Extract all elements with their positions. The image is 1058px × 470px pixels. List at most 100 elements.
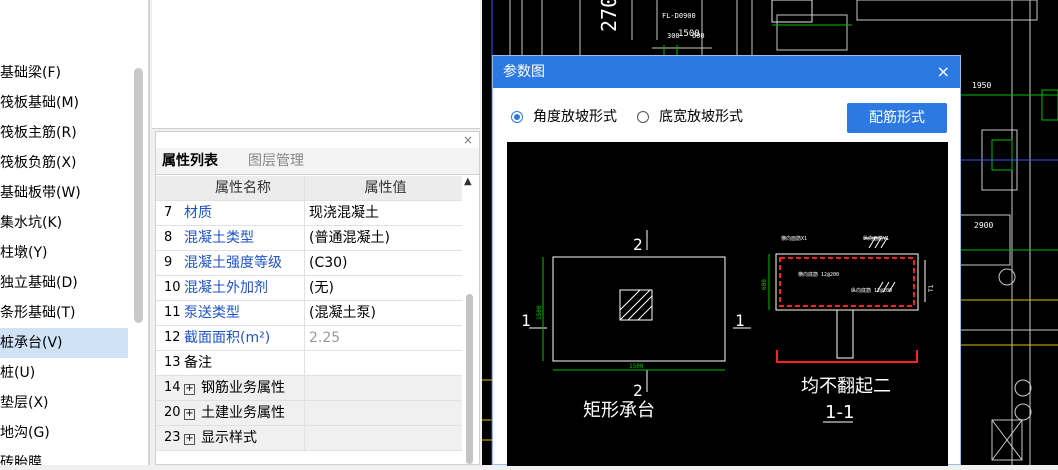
row-number: 7: [164, 205, 173, 220]
tree-item-trench[interactable]: 地沟(G): [0, 418, 50, 448]
section-mark-top: 2: [633, 235, 643, 254]
section-mark-left: 1: [521, 311, 531, 330]
property-name[interactable]: + 显示样式: [184, 426, 302, 450]
property-name: 混凝土强度等级: [184, 255, 282, 271]
property-row[interactable]: 9 混凝土强度等级 (C30): [156, 251, 462, 276]
property-scrollbar[interactable]: [466, 294, 473, 464]
component-list-panel: [152, 0, 480, 129]
section-caption: 均不翻起二: [801, 376, 891, 397]
property-row[interactable]: 14 + 钢筋业务属性: [156, 376, 462, 401]
scroll-up-icon[interactable]: ▲: [464, 176, 472, 187]
property-value[interactable]: (普通混凝土): [304, 226, 462, 250]
property-name: 截面面积(m²): [184, 330, 271, 346]
close-icon[interactable]: ×: [463, 133, 473, 147]
property-row[interactable]: 11 泵送类型 (混凝土泵): [156, 301, 462, 326]
row-number: 12: [164, 330, 181, 345]
dim-t1: T1: [928, 284, 935, 292]
label-top-x-rebar: 横向面筋X1: [781, 235, 807, 242]
plan-view: 2 1 1 2 1500 1500 矩形承台: [521, 230, 751, 421]
rebar-outline: [779, 257, 915, 307]
tab-layer-management[interactable]: 图层管理: [248, 148, 304, 174]
label-bottom-y-rebar: 纵向底筋 12@200: [851, 287, 892, 294]
radio-angle-slope[interactable]: [511, 111, 523, 123]
property-name: 材质: [184, 205, 212, 221]
property-row[interactable]: 10 混凝土外加剂 (无): [156, 276, 462, 301]
tree-item-column-pier[interactable]: 柱墩(Y): [0, 238, 47, 268]
property-value[interactable]: (无): [304, 276, 462, 300]
property-value[interactable]: (混凝土泵): [304, 301, 462, 325]
label-bottom-x-rebar: 横向底筋 12@200: [798, 271, 839, 278]
tree-item-foundation-strip[interactable]: 基础板带(W): [0, 178, 81, 208]
cad-text-dim-600: 600: [692, 32, 705, 40]
tree-item-pile-cap[interactable]: 桩承台(V): [0, 328, 128, 358]
property-row[interactable]: 8 混凝土类型 (普通混凝土): [156, 226, 462, 251]
property-tabs: 属性列表 图层管理: [156, 148, 479, 175]
row-number: 20: [164, 405, 181, 420]
property-value[interactable]: [304, 351, 462, 375]
property-name: 泵送类型: [184, 305, 240, 321]
section-mark-right: 1: [735, 311, 745, 330]
expand-icon[interactable]: +: [184, 409, 195, 420]
dim-600: 600: [761, 279, 768, 290]
row-number: 14: [164, 380, 181, 395]
property-name[interactable]: + 土建业务属性: [184, 401, 302, 425]
tree-item-strip-footing[interactable]: 条形基础(T): [0, 298, 75, 328]
property-name: 混凝土外加剂: [184, 280, 268, 296]
property-value[interactable]: [304, 376, 462, 400]
property-group-label: 钢筋业务属性: [201, 380, 285, 396]
property-value[interactable]: (C30): [304, 251, 462, 275]
tree-item-raft-foundation[interactable]: 筏板基础(M): [0, 88, 79, 118]
dialog-titlebar[interactable]: 参数图 ×: [493, 56, 960, 88]
cad-text-dim-300: 300: [667, 32, 680, 40]
property-value[interactable]: 现浇混凝土: [304, 201, 462, 225]
expand-icon[interactable]: +: [184, 434, 195, 445]
property-value[interactable]: [304, 426, 462, 450]
tree-item-sump-pit[interactable]: 集水坑(K): [0, 208, 62, 238]
dim-height: 1500: [536, 305, 543, 320]
section-mark-bottom: 2: [633, 381, 643, 400]
row-number: 9: [164, 255, 173, 270]
property-row[interactable]: 23 + 显示样式: [156, 426, 462, 451]
rebar-form-button[interactable]: 配筋形式: [847, 103, 947, 133]
property-value[interactable]: [304, 401, 462, 425]
property-group-label: 土建业务属性: [201, 405, 285, 421]
tree-item-raft-main-rebar[interactable]: 筏板主筋(R): [0, 118, 77, 148]
tree-item-isolated-footing[interactable]: 独立基础(D): [0, 268, 78, 298]
tree-item-brick-mold[interactable]: 砖胎膜: [0, 448, 42, 465]
property-row[interactable]: 7 材质 现浇混凝土: [156, 201, 462, 226]
dim-width: 1500: [629, 363, 644, 370]
plan-caption: 矩形承台: [583, 400, 655, 421]
property-table-header: 属性名称 属性值: [156, 176, 462, 201]
tree-item-pile[interactable]: 桩(U): [0, 358, 35, 388]
property-row[interactable]: 13 备注: [156, 351, 462, 376]
property-value[interactable]: 2.25: [304, 326, 462, 350]
tab-property-list[interactable]: 属性列表: [162, 148, 218, 174]
cad-text-dim-1950: 1950: [972, 81, 991, 90]
column-header-name: 属性名称: [215, 180, 271, 196]
dialog-title: 参数图: [503, 64, 545, 80]
section-label: 1-1: [825, 402, 854, 423]
radio-bottom-width-slope-label[interactable]: 底宽放坡形式: [659, 106, 743, 128]
radio-angle-slope-label[interactable]: 角度放坡形式: [533, 106, 617, 128]
row-number: 10: [164, 280, 181, 295]
close-icon[interactable]: ×: [937, 56, 950, 88]
property-name[interactable]: + 钢筋业务属性: [184, 376, 302, 400]
parameter-dialog: 参数图 × 角度放坡形式 底宽放坡形式 配筋形式 2 1 1 2 1500 15…: [492, 55, 961, 466]
section-outline: [775, 253, 919, 311]
expand-icon[interactable]: +: [184, 384, 195, 395]
divider: [148, 0, 150, 465]
tree-item-cushion[interactable]: 垫层(X): [0, 388, 49, 418]
cad-text-dim-2700: 2700: [597, 0, 621, 32]
pile-section: [836, 309, 854, 359]
radio-bottom-width-slope[interactable]: [637, 111, 649, 123]
row-number: 11: [164, 305, 181, 320]
tree-scrollbar[interactable]: [134, 68, 143, 323]
property-group-label: 显示样式: [201, 430, 257, 446]
tree-item-raft-negative-rebar[interactable]: 筏板负筋(X): [0, 148, 77, 178]
property-row[interactable]: 20 + 土建业务属性: [156, 401, 462, 426]
property-row[interactable]: 12 截面面积(m²) 2.25: [156, 326, 462, 351]
tree-item-foundation-beam[interactable]: 基础梁(F): [0, 58, 61, 88]
cad-text-dim-2900: 2900: [974, 221, 993, 230]
cad-text-door-tag: FL-D0900: [662, 12, 696, 20]
property-name: 备注: [184, 355, 212, 371]
